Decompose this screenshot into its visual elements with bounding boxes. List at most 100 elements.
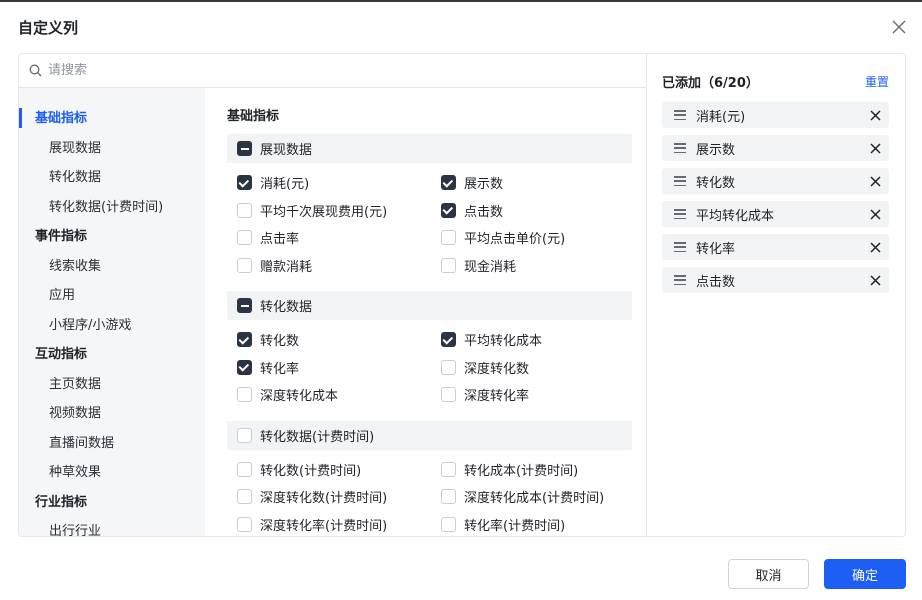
metric-option[interactable]: 平均转化成本 (441, 326, 641, 354)
metric-option[interactable]: 深度转化成本 (237, 381, 441, 409)
group-checkbox[interactable] (237, 298, 252, 313)
search-input[interactable] (48, 63, 608, 78)
metric-checkbox[interactable] (237, 230, 252, 246)
metric-checkbox[interactable] (441, 230, 456, 246)
dialog-title: 自定义列 (18, 18, 79, 37)
remove-icon[interactable] (861, 201, 889, 227)
nav-category[interactable]: 行业指标 (19, 486, 205, 516)
metric-label: 转化数 (260, 334, 300, 350)
metric-checkbox[interactable] (441, 202, 456, 218)
metric-option[interactable]: 深度转化率(计费时间) (237, 511, 441, 537)
metric-label: 转化数(计费时间) (260, 463, 362, 479)
remove-icon[interactable] (861, 234, 889, 260)
metric-option[interactable]: 点击率 (237, 224, 441, 252)
metric-checkbox[interactable] (237, 461, 252, 477)
metric-option[interactable]: 转化数(计费时间) (237, 456, 441, 484)
metric-option[interactable]: 转化率(计费时间) (441, 511, 641, 537)
added-column-label: 消耗(元) (696, 109, 746, 125)
cancel-button[interactable]: 取消 (728, 559, 809, 589)
metric-option[interactable]: 展示数 (441, 169, 641, 197)
nav-category[interactable]: 基础指标 (19, 102, 205, 132)
remove-icon[interactable] (861, 168, 889, 194)
metric-option[interactable]: 深度转化成本(计费时间) (441, 483, 641, 511)
group-header[interactable]: 转化数据(计费时间) (227, 420, 632, 450)
nav-subitem[interactable]: 转化数据(计费时间) (19, 191, 205, 221)
metric-label: 深度转化成本 (260, 389, 339, 405)
metric-checkbox[interactable] (237, 175, 252, 191)
metric-option[interactable]: 深度转化率 (441, 381, 641, 409)
nav-subitem[interactable]: 直播间数据 (19, 427, 205, 457)
metric-checkbox[interactable] (441, 359, 456, 375)
drag-handle-icon[interactable] (674, 143, 686, 153)
added-column-item: 消耗(元) (662, 102, 889, 128)
remove-icon[interactable] (861, 267, 889, 293)
metric-checkbox[interactable] (441, 175, 456, 191)
nav-subitem[interactable]: 小程序/小游戏 (19, 309, 205, 339)
added-column-label: 点击数 (696, 274, 736, 290)
metric-checkbox[interactable] (237, 202, 252, 218)
category-nav: 基础指标 展现数据 转化数据 转化数据(计费时间) 事件指标 线索收集 应用 小程序/小游戏互… (19, 88, 205, 536)
metric-label: 现金消耗 (464, 259, 517, 275)
metric-option[interactable]: 深度转化数 (441, 354, 641, 382)
metric-label: 平均点击单价(元) (464, 232, 566, 248)
reset-button[interactable]: 重置 (865, 73, 889, 90)
metric-checkbox[interactable] (237, 489, 252, 505)
metric-checkbox[interactable] (237, 332, 252, 348)
nav-category[interactable]: 事件指标 (19, 220, 205, 250)
group-options: 消耗(元) 展示数 平均千次展现费用(元) 点击数 点击率 平均点击单价(元) 赠款消耗 现金… (227, 169, 632, 279)
nav-subitem[interactable]: 出行行业 (19, 515, 205, 536)
nav-subitem[interactable]: 展现数据 (19, 132, 205, 162)
remove-icon[interactable] (861, 135, 889, 161)
metric-label: 点击数 (464, 204, 504, 220)
metric-option[interactable]: 平均千次展现费用(元) (237, 197, 441, 225)
metric-checkbox[interactable] (237, 359, 252, 375)
group-checkbox[interactable] (237, 427, 252, 443)
metric-label: 赠款消耗 (260, 259, 313, 275)
added-columns-panel: 已添加（6/20） 重置 消耗(元) 展示数 转化数 平均转化成本 转化率 点击数 (647, 54, 905, 536)
nav-category[interactable]: 互动指标 (19, 338, 205, 368)
group-checkbox[interactable] (237, 141, 252, 156)
search-icon (29, 64, 48, 77)
metric-option[interactable]: 转化数 (237, 326, 441, 354)
metric-checkbox[interactable] (237, 387, 252, 403)
nav-subitem[interactable]: 转化数据 (19, 161, 205, 191)
drag-handle-icon[interactable] (674, 110, 686, 120)
confirm-button[interactable]: 确定 (824, 559, 906, 589)
metric-option[interactable]: 平均点击单价(元) (441, 224, 641, 252)
added-column-item: 点击数 (662, 267, 889, 293)
metric-label: 深度转化率(计费时间) (260, 518, 388, 534)
metric-option[interactable]: 现金消耗 (441, 252, 641, 280)
metric-option[interactable]: 转化成本(计费时间) (441, 456, 641, 484)
drag-handle-icon[interactable] (674, 242, 686, 252)
metric-option[interactable]: 消耗(元) (237, 169, 441, 197)
drag-handle-icon[interactable] (674, 176, 686, 186)
group-header[interactable]: 转化数据 (227, 291, 632, 320)
metric-checkbox[interactable] (441, 387, 456, 403)
close-icon[interactable] (888, 16, 910, 38)
metric-checkbox[interactable] (237, 257, 252, 273)
metric-option[interactable]: 深度转化数(计费时间) (237, 483, 441, 511)
nav-subitem[interactable]: 主页数据 (19, 368, 205, 398)
added-column-item: 展示数 (662, 135, 889, 161)
metric-label: 转化成本(计费时间) (464, 463, 579, 479)
custom-columns-dialog: 自定义列 基础指标展现数据转化数据转化数据(计费时间)事件指标线索收集应用小程序… (0, 0, 922, 600)
nav-subitem[interactable]: 应用 (19, 279, 205, 309)
drag-handle-icon[interactable] (674, 209, 686, 219)
remove-icon[interactable] (861, 102, 889, 128)
metric-option[interactable]: 点击数 (441, 197, 641, 225)
group-header[interactable]: 展现数据 (227, 134, 632, 163)
metric-checkbox[interactable] (441, 257, 456, 273)
drag-handle-icon[interactable] (674, 275, 686, 285)
nav-subitem[interactable]: 种草效果 (19, 456, 205, 486)
metric-option[interactable]: 转化率 (237, 354, 441, 382)
metric-checkbox[interactable] (237, 516, 252, 532)
added-column-item: 转化率 (662, 234, 889, 260)
metric-option[interactable]: 赠款消耗 (237, 252, 441, 280)
metric-checkbox[interactable] (441, 332, 456, 348)
metric-checkbox[interactable] (441, 489, 456, 505)
metric-checkbox[interactable] (441, 516, 456, 532)
group-options: 转化数 平均转化成本 转化率 深度转化数 深度转化成本 深度转化率 (227, 326, 632, 409)
nav-subitem[interactable]: 视频数据 (19, 397, 205, 427)
nav-subitem[interactable]: 线索收集 (19, 250, 205, 280)
metric-checkbox[interactable] (441, 461, 456, 477)
